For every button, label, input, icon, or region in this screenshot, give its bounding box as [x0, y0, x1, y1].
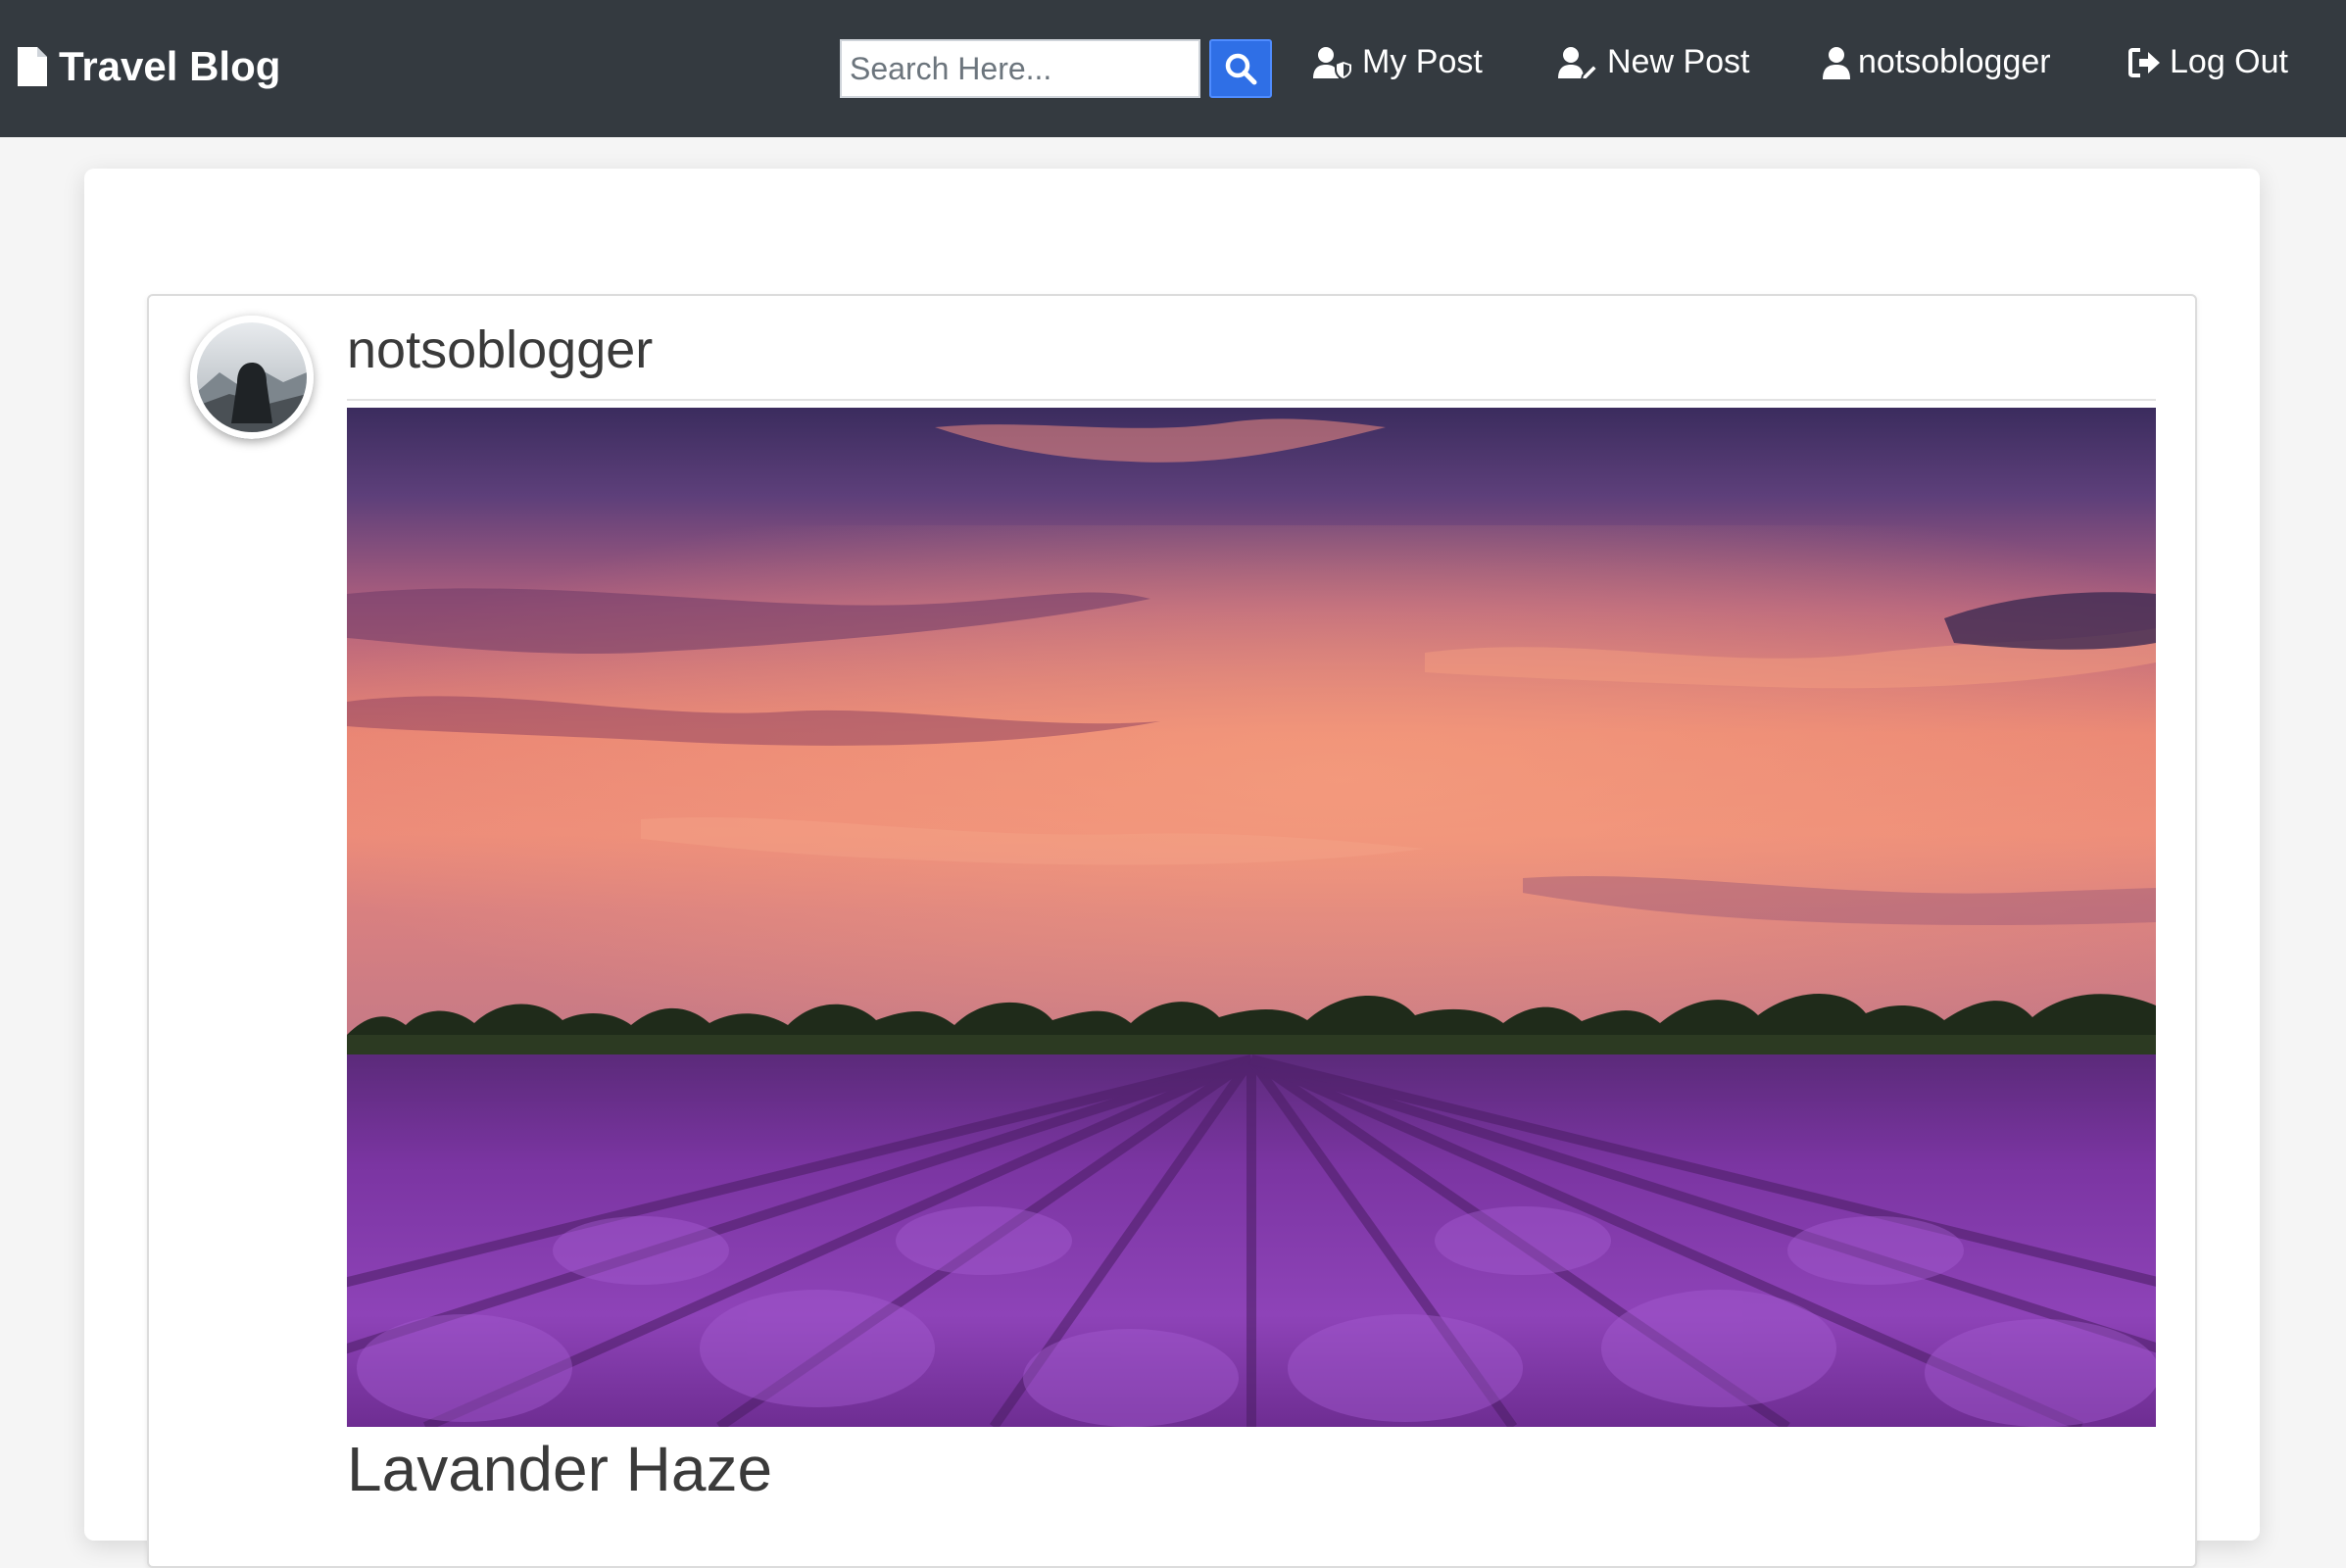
user-edit-icon	[1558, 46, 1599, 79]
top-navbar: Travel Blog My Post New Post notsoblogg	[0, 0, 2346, 137]
document-icon	[18, 47, 47, 86]
user-shield-icon	[1313, 46, 1353, 79]
search-icon	[1225, 53, 1257, 85]
author-divider	[347, 399, 2156, 401]
search-input[interactable]	[840, 39, 1200, 98]
search-button[interactable]	[1209, 39, 1272, 98]
brand-link[interactable]: Travel Blog	[18, 43, 280, 90]
nav-new-post[interactable]: New Post	[1558, 43, 1750, 81]
author-avatar[interactable]	[190, 316, 314, 439]
sign-out-icon	[2128, 47, 2160, 77]
nav-new-post-label: New Post	[1607, 43, 1750, 80]
nav-my-post[interactable]: My Post	[1313, 43, 1483, 81]
lavender-field-sunset-photo-icon	[347, 408, 2156, 1427]
post-title[interactable]: Lavander Haze	[347, 1433, 772, 1505]
user-icon	[1823, 46, 1850, 79]
brand-title: Travel Blog	[59, 43, 281, 89]
hooded-figure-avatar-icon	[190, 316, 314, 439]
nav-log-out[interactable]: Log Out	[2128, 43, 2288, 81]
post-author-name[interactable]: notsoblogger	[347, 319, 653, 380]
nav-my-post-label: My Post	[1362, 43, 1483, 80]
nav-user-label: notsoblogger	[1858, 43, 2051, 80]
nav-log-out-label: Log Out	[2170, 43, 2288, 80]
post-image[interactable]	[347, 408, 2156, 1427]
nav-user-profile[interactable]: notsoblogger	[1823, 43, 2051, 81]
